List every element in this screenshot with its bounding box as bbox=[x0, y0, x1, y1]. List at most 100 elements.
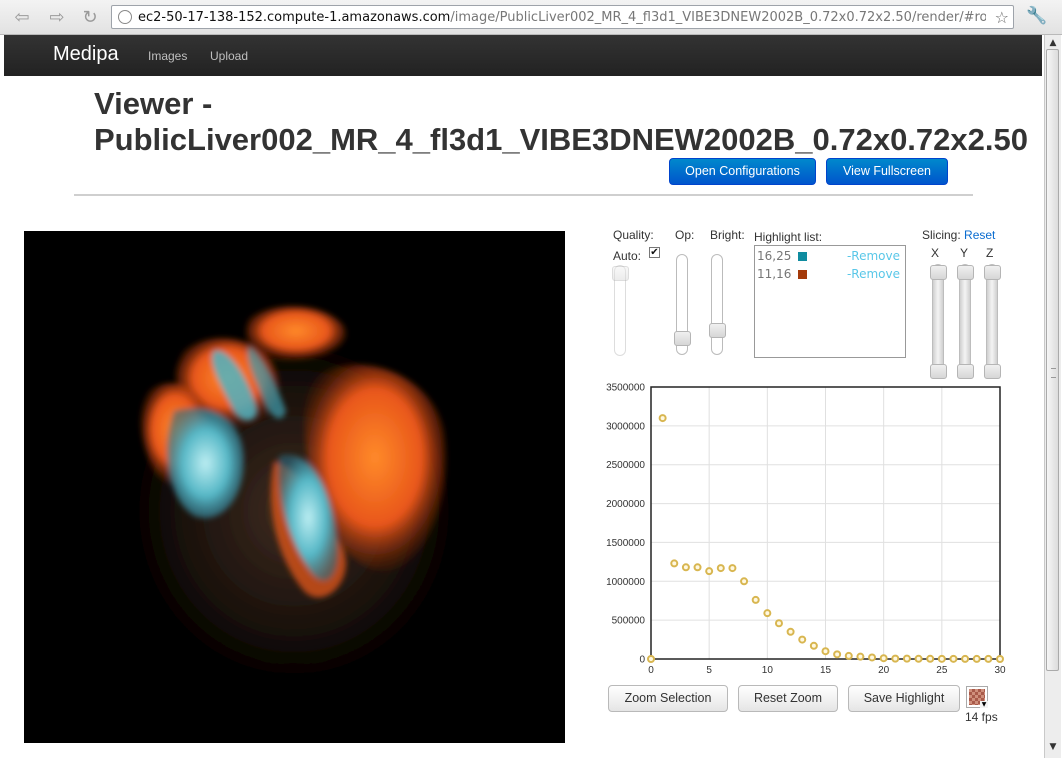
x-tick-label: 10 bbox=[762, 665, 774, 676]
x-tick-label: 5 bbox=[706, 665, 712, 676]
y-tick-label: 1500000 bbox=[606, 538, 645, 549]
opacity-slider-handle[interactable] bbox=[674, 331, 691, 346]
slice-z-max-handle[interactable] bbox=[984, 364, 1001, 379]
nav-upload[interactable]: Upload bbox=[210, 49, 248, 63]
slice-z-slider[interactable] bbox=[984, 264, 1001, 379]
volume-render-canvas[interactable] bbox=[24, 231, 565, 743]
slice-x-slider[interactable] bbox=[930, 264, 947, 379]
x-tick-label: 30 bbox=[994, 665, 1006, 676]
y-tick-label: 2000000 bbox=[606, 499, 645, 510]
slicing-label: Slicing: Reset bbox=[922, 228, 996, 242]
highlight-color-picker[interactable]: ▼ bbox=[966, 686, 988, 708]
slice-x-max-handle[interactable] bbox=[930, 364, 947, 379]
chevron-down-icon[interactable]: ▼ bbox=[980, 701, 988, 708]
liver-render-image bbox=[104, 306, 484, 711]
highlight-range: 11,16 bbox=[757, 267, 792, 281]
data-point bbox=[670, 559, 679, 568]
data-point bbox=[914, 654, 923, 663]
data-point bbox=[891, 654, 900, 663]
opacity-label: Op: bbox=[675, 228, 695, 242]
brand-logo[interactable]: Medipa bbox=[53, 43, 119, 66]
data-point bbox=[879, 654, 888, 663]
axis-y-label: Y bbox=[960, 246, 969, 260]
forward-icon[interactable]: ⇨ bbox=[45, 5, 69, 29]
data-point bbox=[961, 654, 970, 663]
slice-y-slider[interactable] bbox=[957, 264, 974, 379]
zoom-selection-button[interactable]: Zoom Selection bbox=[608, 685, 728, 712]
highlight-list-label: Highlight list: bbox=[754, 230, 823, 244]
axis-x-label: X bbox=[931, 246, 940, 260]
browser-toolbar: ⇦ ⇨ ↻ ec2-50-17-138-152.compute-1.amazon… bbox=[0, 0, 1062, 35]
data-point bbox=[763, 609, 772, 618]
scroll-up-icon[interactable]: ▲ bbox=[1047, 37, 1059, 49]
scrollbar-thumb[interactable] bbox=[1046, 49, 1059, 671]
vertical-scrollbar[interactable]: ▲ ▼ bbox=[1044, 35, 1061, 758]
highlight-color-swatch bbox=[798, 270, 807, 279]
data-point bbox=[716, 564, 725, 573]
highlight-color-swatch bbox=[798, 252, 807, 261]
data-point bbox=[728, 564, 737, 573]
data-point bbox=[856, 652, 865, 661]
data-point bbox=[833, 650, 842, 659]
highlight-list: 16,25 -Remove 11,16 -Remove bbox=[754, 245, 906, 358]
data-point bbox=[693, 563, 702, 572]
x-tick-label: 0 bbox=[648, 665, 654, 676]
y-tick-label: 500000 bbox=[612, 616, 646, 627]
data-point bbox=[926, 654, 935, 663]
save-highlight-button[interactable]: Save Highlight bbox=[848, 685, 960, 712]
remove-highlight-link[interactable]: -Remove bbox=[847, 267, 900, 281]
page-title: Viewer - PublicLiver002_MR_4_fl3d1_VIBE3… bbox=[94, 86, 1028, 157]
back-icon[interactable]: ⇦ bbox=[10, 5, 34, 29]
reset-zoom-button[interactable]: Reset Zoom bbox=[738, 685, 838, 712]
reload-icon[interactable]: ↻ bbox=[78, 5, 102, 29]
slice-y-max-handle[interactable] bbox=[957, 364, 974, 379]
quality-slider-handle[interactable] bbox=[612, 266, 629, 281]
y-tick-label: 1000000 bbox=[606, 577, 645, 588]
data-point bbox=[647, 655, 655, 663]
slicing-reset-link[interactable]: Reset bbox=[964, 228, 995, 242]
bookmark-star-icon[interactable]: ☆ bbox=[995, 8, 1009, 27]
view-fullscreen-button[interactable]: View Fullscreen bbox=[826, 158, 948, 185]
y-tick-label: 3500000 bbox=[606, 383, 645, 394]
nav-images[interactable]: Images bbox=[148, 49, 187, 63]
data-point bbox=[937, 654, 946, 663]
y-tick-label: 3000000 bbox=[606, 421, 645, 432]
wrench-icon[interactable]: 🔧 bbox=[1026, 6, 1047, 26]
data-point bbox=[658, 414, 667, 423]
data-point bbox=[705, 567, 714, 576]
auto-quality-checkbox[interactable]: ✔ bbox=[649, 247, 660, 258]
bright-label: Bright: bbox=[710, 228, 745, 242]
data-point bbox=[844, 651, 853, 660]
data-point bbox=[984, 654, 993, 663]
auto-label: Auto: bbox=[613, 249, 642, 263]
y-tick-label: 2500000 bbox=[606, 460, 645, 471]
x-tick-label: 20 bbox=[878, 665, 890, 676]
data-point bbox=[786, 627, 795, 636]
data-point bbox=[972, 654, 981, 663]
data-point bbox=[751, 595, 760, 604]
address-bar[interactable]: ec2-50-17-138-152.compute-1.amazonaws.co… bbox=[111, 5, 1014, 29]
brightness-slider[interactable] bbox=[709, 254, 726, 355]
open-configurations-button[interactable]: Open Configurations bbox=[669, 158, 816, 185]
opacity-slider[interactable] bbox=[674, 254, 691, 355]
x-tick-label: 25 bbox=[936, 665, 948, 676]
data-point bbox=[949, 654, 958, 663]
data-point bbox=[809, 641, 818, 650]
slice-z-min-handle[interactable] bbox=[984, 265, 1001, 280]
data-point bbox=[798, 635, 807, 644]
fps-readout: 14 fps bbox=[965, 710, 998, 724]
histogram-chart[interactable]: 0 500000 1000000 1500000 2000000 2500000 30000… bbox=[598, 380, 1008, 680]
data-point bbox=[996, 655, 1004, 663]
data-point bbox=[902, 654, 911, 663]
quality-slider[interactable] bbox=[612, 265, 629, 356]
globe-icon bbox=[118, 10, 132, 24]
scroll-down-icon[interactable]: ▼ bbox=[1047, 741, 1059, 753]
list-item: 11,16 -Remove bbox=[755, 267, 905, 283]
slice-x-min-handle[interactable] bbox=[930, 265, 947, 280]
brightness-slider-handle[interactable] bbox=[709, 323, 726, 338]
url-text: ec2-50-17-138-152.compute-1.amazonaws.co… bbox=[138, 9, 986, 25]
list-item: 16,25 -Remove bbox=[755, 249, 905, 265]
slice-y-min-handle[interactable] bbox=[957, 265, 974, 280]
data-point bbox=[681, 563, 690, 572]
remove-highlight-link[interactable]: -Remove bbox=[847, 249, 900, 263]
